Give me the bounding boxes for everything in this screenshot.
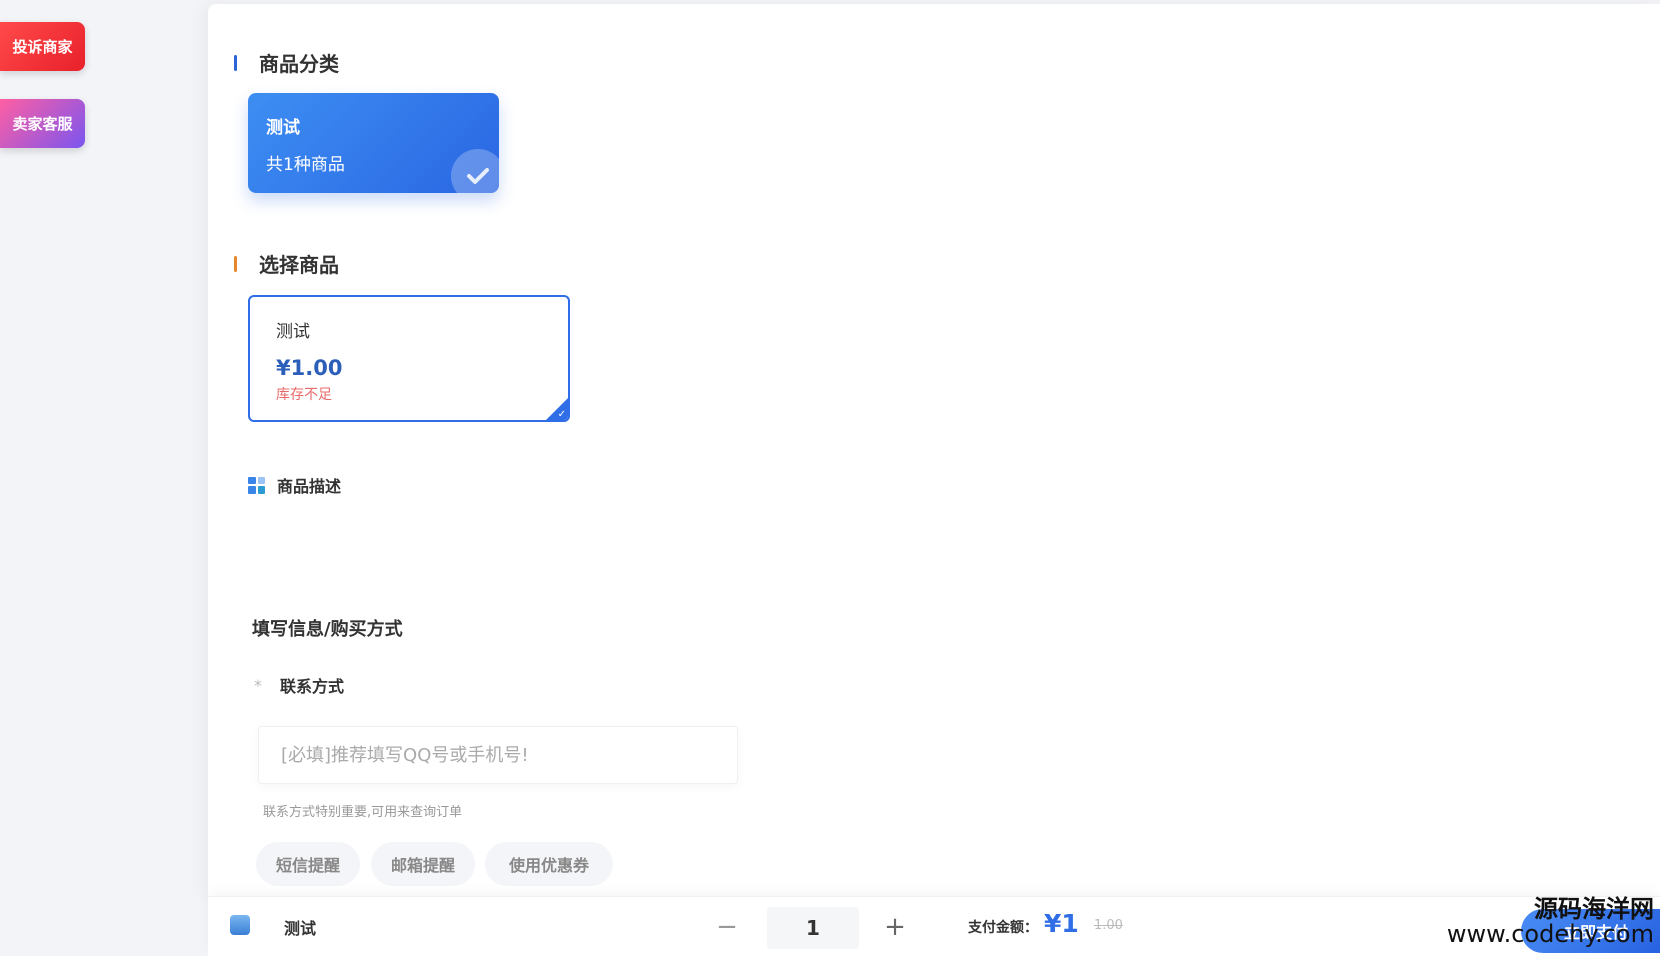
- description-title: 商品描述: [248, 473, 341, 497]
- category-section-title: 商品分类: [234, 48, 339, 77]
- use-coupon-button[interactable]: 使用优惠券: [485, 842, 613, 886]
- category-name: 测试: [266, 118, 300, 138]
- pay-now-button[interactable]: 立即支付: [1521, 909, 1660, 953]
- grid-icon: [248, 476, 265, 494]
- pay-amount-value: ¥1: [1044, 909, 1079, 938]
- product-icon: [230, 915, 250, 935]
- quantity-minus-button[interactable]: −: [707, 907, 747, 947]
- quantity-plus-button[interactable]: +: [875, 907, 915, 947]
- product-title-text: 选择商品: [259, 253, 339, 277]
- pay-amount-label: 支付金额：: [968, 920, 1038, 936]
- check-icon: ✓: [557, 409, 566, 420]
- form-title: 填写信息/购买方式: [252, 619, 403, 640]
- quantity-input[interactable]: [767, 907, 859, 949]
- original-price: 1.00: [1094, 918, 1123, 933]
- title-accent-bar: [234, 255, 237, 272]
- product-card[interactable]: 测试 ¥1.00 库存不足 ✓: [248, 295, 570, 422]
- product-name: 测试: [276, 322, 310, 342]
- category-title-text: 商品分类: [259, 52, 339, 76]
- contact-input[interactable]: [258, 726, 738, 784]
- bottom-checkout-bar: 测试 − + 支付金额： ¥1 1.00 立即支付: [208, 896, 1660, 956]
- category-card[interactable]: 测试 共1种商品: [248, 93, 499, 193]
- complain-merchant-button[interactable]: 投诉商家: [0, 22, 85, 71]
- sms-reminder-button[interactable]: 短信提醒: [256, 842, 360, 886]
- required-mark: *: [254, 675, 262, 695]
- main-panel: 商品分类 测试 共1种商品 选择商品 测试 ¥1.00 库存不足 ✓ 商品描述 …: [208, 4, 1660, 896]
- email-reminder-button[interactable]: 邮箱提醒: [371, 842, 475, 886]
- contact-hint: 联系方式特别重要,可用来查询订单: [263, 805, 463, 820]
- contact-label: * 联系方式: [254, 673, 344, 697]
- seller-service-button[interactable]: 卖家客服: [0, 99, 85, 148]
- product-stock-status: 库存不足: [276, 387, 332, 403]
- description-title-text: 商品描述: [277, 477, 342, 496]
- title-accent-bar: [234, 54, 237, 71]
- contact-label-text: 联系方式: [280, 677, 345, 696]
- product-price: ¥1.00: [276, 356, 343, 380]
- category-count: 共1种商品: [266, 155, 345, 175]
- bottom-product-name: 测试: [284, 919, 317, 938]
- product-section-title: 选择商品: [234, 249, 339, 278]
